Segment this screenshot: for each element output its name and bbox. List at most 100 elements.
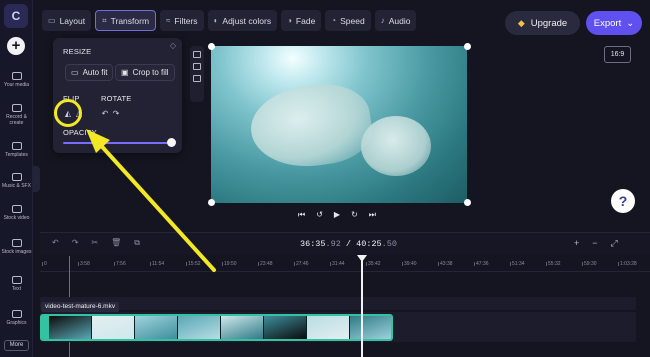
split-icon[interactable]: ✂ xyxy=(91,238,98,248)
expand-icon[interactable]: ◇ xyxy=(170,41,176,50)
pip-icon[interactable] xyxy=(193,63,201,70)
app-logo[interactable]: C xyxy=(4,4,28,28)
clip-thumbnail xyxy=(264,316,307,339)
annotation-circle xyxy=(54,99,82,127)
property-tabs: ▭ Layout ⌗ Transform ≈ Filters ◐ Adjust colo… xyxy=(42,10,417,31)
clip-trim-handle-left[interactable] xyxy=(42,316,49,339)
sidebar-item-record[interactable]: Record & create xyxy=(0,104,33,126)
timeline-ruler[interactable]: 0 3:58 7:56 11:54 15:52 19:50 23:48 27:46 31:44 3… xyxy=(40,256,650,272)
rotate-heading: ROTATE xyxy=(101,94,132,103)
playhead-line[interactable] xyxy=(361,256,363,357)
sidebar-item-label: Music & SFX xyxy=(2,183,31,189)
transform-icon: ⌗ xyxy=(102,15,107,25)
rewind-icon[interactable]: ↺ xyxy=(316,210,323,220)
tab-fade[interactable]: ◑ Fade xyxy=(281,10,322,31)
clip-thumbnail xyxy=(92,316,135,339)
fit-timeline-icon[interactable]: ⤢ xyxy=(611,238,618,249)
clip-name: video-test-mature-6.mkv xyxy=(41,302,120,312)
help-button[interactable]: ? xyxy=(611,189,635,213)
total-time-fraction: .50 xyxy=(381,239,397,249)
opacity-slider[interactable] xyxy=(63,142,173,144)
play-icon[interactable]: ▶ xyxy=(334,210,340,220)
sidebar-item-label: Your media xyxy=(3,82,30,88)
crop-icon: ▣ xyxy=(121,68,129,77)
current-time: 36:35 xyxy=(300,239,326,249)
time-separator: / xyxy=(340,239,357,249)
tab-transform[interactable]: ⌗ Transform xyxy=(95,10,157,31)
resize-handle[interactable] xyxy=(208,43,215,50)
zoom-in-icon[interactable]: + xyxy=(574,238,579,249)
sidebar-item-text[interactable]: Text xyxy=(0,276,33,292)
ruler-tick-label: 55:32 xyxy=(546,261,561,267)
crop-to-fill-button[interactable]: ▣ Crop to fill xyxy=(115,64,175,81)
graphics-icon xyxy=(11,310,22,318)
resize-handle[interactable] xyxy=(464,199,471,206)
export-label: Export xyxy=(593,17,622,29)
video-clip[interactable] xyxy=(40,314,393,341)
tab-label: Fade xyxy=(295,15,316,26)
sidebar-item-your-media[interactable]: Your media xyxy=(0,72,33,88)
resize-handle[interactable] xyxy=(208,199,215,206)
aspect-ratio-button[interactable]: 16:9 xyxy=(604,46,631,63)
total-time: 40:25 xyxy=(356,239,382,249)
undo-icon[interactable]: ↶ xyxy=(52,238,59,248)
export-button[interactable]: Export ⌄ xyxy=(586,11,642,35)
music-icon xyxy=(11,173,22,181)
ruler-tick-label: 27:46 xyxy=(294,261,309,267)
timeline-edit-tools: ↶ ↷ ✂ 🗑 ⧉ xyxy=(52,238,140,248)
playback-controls: ⏮ ↺ ▶ ↻ ⏭ xyxy=(298,210,376,220)
record-icon xyxy=(11,104,22,112)
skip-back-icon[interactable]: ⏮ xyxy=(298,210,305,220)
text-icon xyxy=(11,276,22,284)
rotate-right-icon[interactable]: ↷ xyxy=(111,109,121,119)
sidebar-item-label: Record & create xyxy=(6,114,27,126)
resize-heading: RESIZE xyxy=(63,47,92,56)
ruler-tick-label: 59:30 xyxy=(582,261,597,267)
tab-label: Layout xyxy=(59,15,86,26)
forward-icon[interactable]: ↻ xyxy=(351,210,358,220)
ruler-tick-label: 1:03:28 xyxy=(618,261,637,267)
resize-handle[interactable] xyxy=(464,43,471,50)
tab-label: Audio xyxy=(388,15,411,26)
fullscreen-icon[interactable] xyxy=(193,75,201,82)
ruler-tick-label: 19:50 xyxy=(222,261,237,267)
redo-icon[interactable]: ↷ xyxy=(72,238,79,248)
fade-icon: ◑ xyxy=(287,16,292,25)
sidebar-collapse-handle[interactable] xyxy=(33,166,40,192)
tab-layout[interactable]: ▭ Layout xyxy=(42,10,92,31)
ruler-tick-label: 31:44 xyxy=(330,261,345,267)
clip-thumbnail xyxy=(350,316,391,339)
zoom-out-icon[interactable]: − xyxy=(592,238,597,249)
tab-speed[interactable]: ◔ Speed xyxy=(325,10,371,31)
video-preview[interactable] xyxy=(211,46,467,203)
sidebar-item-stock-images[interactable]: Stock images xyxy=(0,239,33,255)
upgrade-button[interactable]: ◆ Upgrade xyxy=(505,11,580,35)
tab-audio[interactable]: ♪ Audio xyxy=(374,10,417,31)
tab-adjust-colors[interactable]: ◐ Adjust colors xyxy=(207,10,278,31)
opacity-slider-handle[interactable] xyxy=(167,138,176,147)
filters-icon: ≈ xyxy=(166,16,171,25)
more-button[interactable]: More xyxy=(4,340,29,351)
timecode: 36:35.92 / 40:25.50 xyxy=(300,239,397,249)
ruler-tick-label: 47:36 xyxy=(474,261,489,267)
sidebar-item-music[interactable]: Music & SFX xyxy=(0,173,33,189)
ruler-tick-label: 0 xyxy=(42,261,47,267)
auto-fit-button[interactable]: ▭ Auto fit xyxy=(65,64,114,81)
fit-icon: ▭ xyxy=(71,68,79,77)
duplicate-icon[interactable]: ⧉ xyxy=(134,238,140,248)
crop-icon[interactable] xyxy=(193,51,201,58)
clip-thumbnail xyxy=(178,316,221,339)
delete-icon[interactable]: 🗑 xyxy=(111,238,121,248)
skip-forward-icon[interactable]: ⏭ xyxy=(369,210,376,220)
clip-thumbnail xyxy=(307,316,350,339)
preview-side-tools xyxy=(190,46,204,102)
video-subject xyxy=(361,116,431,176)
add-media-button[interactable]: + xyxy=(7,37,25,55)
sidebar-item-templates[interactable]: Templates xyxy=(0,142,33,158)
ruler-tick-label: 11:54 xyxy=(149,261,165,267)
ruler-tick-label: 15:52 xyxy=(186,261,201,267)
sidebar-item-graphics[interactable]: Graphics xyxy=(0,310,33,326)
sidebar-item-stock-video[interactable]: Stock video xyxy=(0,205,33,221)
tab-filters[interactable]: ≈ Filters xyxy=(160,10,204,31)
rotate-left-icon[interactable]: ↶ xyxy=(100,109,110,119)
